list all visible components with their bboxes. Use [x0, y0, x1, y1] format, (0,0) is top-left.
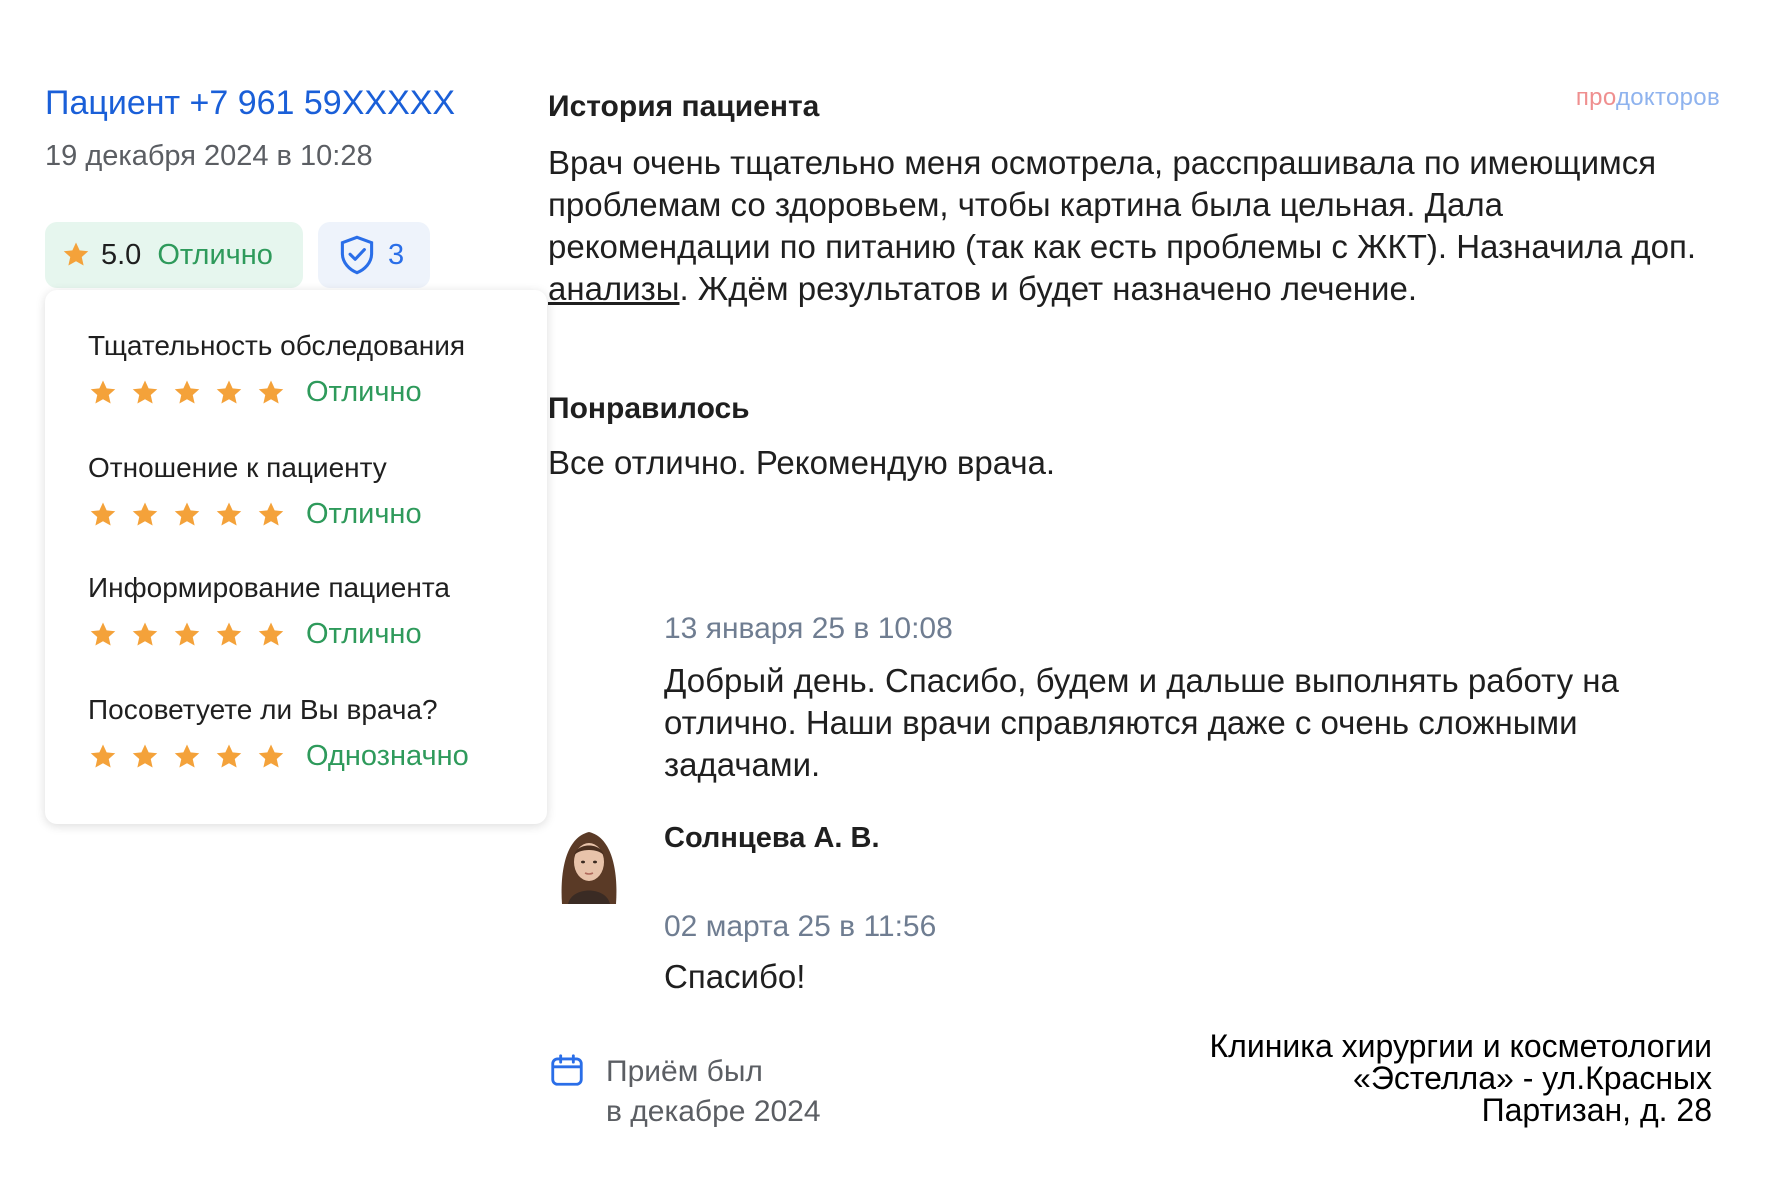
overall-rating-score: 5.0 — [101, 238, 142, 271]
star-icon — [132, 744, 158, 767]
doctor-avatar[interactable] — [556, 824, 622, 904]
appointment-line2: в декабре 2024 — [606, 1095, 821, 1128]
verified-count: 3 — [388, 238, 405, 271]
reply2-text: Спасибо! — [664, 958, 806, 995]
overall-rating-badge[interactable]: 5.0 Отлично — [45, 222, 303, 288]
star-icon — [258, 380, 284, 403]
clinic-caption-line1: Клиника хирургии и косметологии — [1209, 1028, 1712, 1064]
appointment-line1: Приём был — [606, 1055, 763, 1088]
doctor-name[interactable]: Солнцева А. В. — [664, 822, 880, 855]
brand-logo[interactable]: продокторов — [1576, 84, 1720, 112]
criterion-title: Тщательность обследования — [88, 330, 466, 361]
criterion-title: Информирование пациента — [88, 572, 450, 603]
star-icon — [258, 502, 284, 525]
verified-badge[interactable]: 3 — [318, 222, 430, 288]
history-text: Врач очень тщательно меня осмотрела, рас… — [548, 142, 1708, 310]
star-icon — [216, 744, 242, 767]
calendar-icon — [551, 1054, 583, 1086]
shield-check-icon — [340, 235, 374, 275]
clinic-caption-line3: Партизан, д. 28 — [1481, 1092, 1712, 1128]
criterion-value: Отлично — [306, 498, 422, 530]
review-date: 19 декабря 2024 в 10:28 — [45, 140, 373, 172]
criterion-value: Отлично — [306, 618, 422, 650]
criteria-card: Тщательность обследования Отлично Отноше… — [45, 290, 547, 824]
history-text-part1: Врач очень тщательно меня осмотрела, рас… — [548, 144, 1697, 265]
criterion-value: Отлично — [306, 376, 422, 408]
appointment-info: Приём был в декабре 2024 — [606, 1052, 821, 1132]
star-icon — [132, 502, 158, 525]
reply-text: Добрый день. Спасибо, будем и дальше вып… — [664, 662, 1619, 783]
star-icon — [216, 622, 242, 645]
star-icon — [216, 380, 242, 403]
star-icon — [90, 622, 116, 645]
criterion-informing: Информирование пациента Отлично — [88, 572, 450, 651]
star-icon — [90, 380, 116, 403]
star-icon — [174, 380, 200, 403]
star-icon — [216, 502, 242, 525]
brand-logo-part2: докторов — [1615, 84, 1720, 111]
patient-name[interactable]: Пациент +7 961 59XXXXX — [45, 84, 455, 123]
criterion-stars: Отлично — [88, 376, 465, 409]
criterion-value: Однозначно — [306, 740, 469, 772]
reply-date: 13 января 25 в 10:08 — [664, 612, 953, 645]
star-icon — [90, 744, 116, 767]
criterion-stars: Отлично — [88, 498, 422, 531]
star-icon — [63, 242, 89, 266]
criterion-thoroughness: Тщательность обследования Отлично — [88, 330, 465, 409]
liked-text: Все отлично. Рекомендую врача. — [548, 444, 1056, 481]
criterion-title: Отношение к пациенту — [88, 452, 387, 483]
history-text-part2: . Ждём результатов и будет назначено леч… — [679, 270, 1417, 307]
tests-link[interactable]: анализы — [548, 270, 679, 307]
clinic-caption: Клиника хирургии и косметологии «Эстелла… — [1072, 1030, 1712, 1126]
star-icon — [258, 622, 284, 645]
star-icon — [132, 380, 158, 403]
liked-heading: Понравилось — [548, 392, 750, 425]
star-icon — [90, 502, 116, 525]
criterion-stars: Однозначно — [88, 740, 469, 773]
overall-rating-label: Отлично — [157, 238, 273, 271]
star-icon — [174, 744, 200, 767]
criterion-attitude: Отношение к пациенту Отлично — [88, 452, 422, 531]
star-icon — [132, 622, 158, 645]
criterion-title: Посоветуете ли Вы врача? — [88, 694, 438, 725]
criterion-recommend: Посоветуете ли Вы врача? Однозначно — [88, 694, 469, 773]
clinic-caption-line2: «Эстелла» - ул.Красных — [1353, 1060, 1712, 1096]
reply2-date: 02 марта 25 в 11:56 — [664, 910, 937, 943]
star-icon — [174, 502, 200, 525]
brand-logo-part1: про — [1575, 84, 1616, 111]
criterion-stars: Отлично — [88, 618, 450, 651]
history-heading: История пациента — [548, 90, 820, 123]
star-icon — [258, 744, 284, 767]
star-icon — [174, 622, 200, 645]
